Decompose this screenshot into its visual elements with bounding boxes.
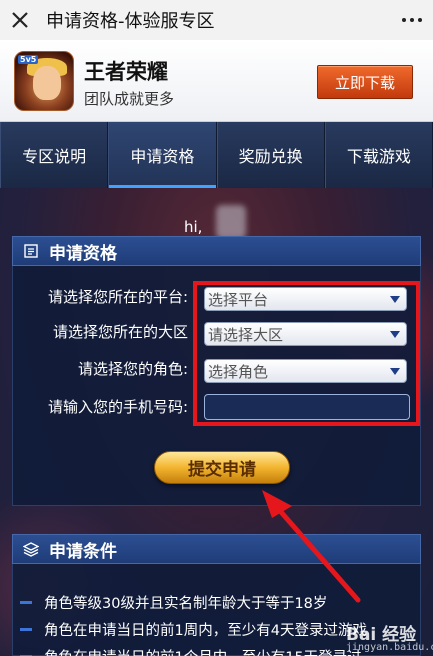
- page-title: 申请资格-体验服专区: [46, 11, 215, 32]
- tab-apply-qualification[interactable]: 申请资格: [108, 122, 217, 188]
- greeting-text: hi,: [184, 218, 203, 236]
- more-dots-icon: [402, 18, 406, 22]
- watermark-url: jingyan.baidu.com: [346, 642, 433, 653]
- role-label: 请选择您的角色:: [77, 360, 188, 378]
- game-app-icon[interactable]: 5v5: [14, 51, 74, 111]
- icon-badge: 5v5: [18, 55, 39, 64]
- region-label: 请选择您所在的大区: [52, 323, 188, 341]
- app-subtitle: 团队成就更多: [84, 90, 175, 108]
- baidu-jingyan-watermark: Bai 经验 jingyan.baidu.com: [346, 620, 433, 654]
- top-nav-bar: 申请资格-体验服专区: [0, 0, 433, 40]
- close-button[interactable]: [0, 0, 40, 40]
- condition-item: 角色在申请当日的前1周内，至少有4天登录过游戏: [20, 619, 367, 640]
- phone-label: 请输入您的手机号码:: [47, 398, 188, 416]
- apply-panel-title: 申请资格: [49, 243, 117, 264]
- conditions-panel-header: 申请条件: [12, 534, 421, 564]
- apply-panel-header: 申请资格: [12, 236, 421, 266]
- annotation-highlight-box: [193, 281, 420, 426]
- conditions-panel-title: 申请条件: [49, 541, 117, 562]
- list-icon: [23, 243, 39, 259]
- tab-download-game[interactable]: 下载游戏: [324, 122, 433, 188]
- tab-reward-exchange[interactable]: 奖励兑换: [216, 122, 325, 188]
- close-icon: [12, 12, 28, 28]
- condition-item: 角色在申请当日的前1个月内，至少有15天登录过: [20, 646, 362, 656]
- app-banner: 5v5 王者荣耀 团队成就更多 立即下载: [0, 40, 433, 122]
- layers-icon: [23, 541, 39, 557]
- platform-label: 请选择您所在的平台:: [47, 288, 188, 306]
- tab-zone-intro[interactable]: 专区说明: [0, 122, 109, 188]
- more-menu-button[interactable]: [391, 0, 433, 40]
- app-name: 王者荣耀: [84, 60, 168, 84]
- blurred-username: [216, 205, 246, 239]
- tab-bar: 专区说明 申请资格 奖励兑换 下载游戏: [0, 122, 433, 188]
- download-now-button[interactable]: 立即下载: [317, 65, 413, 99]
- submit-application-button[interactable]: 提交申请: [154, 451, 290, 484]
- condition-item: 角色等级30级并且实名制年龄大于等于18岁: [20, 592, 327, 613]
